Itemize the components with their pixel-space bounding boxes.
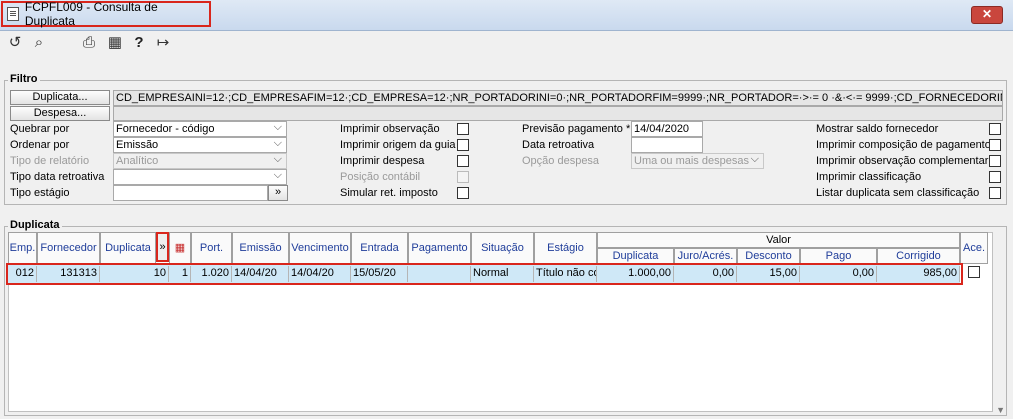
expand-column-button[interactable]: »: [156, 232, 169, 262]
col-pagamento[interactable]: Pagamento: [408, 232, 471, 264]
imprimir-observacao-checkbox[interactable]: [457, 123, 469, 135]
imprimir-origem-checkbox[interactable]: [457, 139, 469, 151]
tipo-relatorio-select: Analítico: [113, 152, 287, 169]
refresh-icon[interactable]: ↺: [6, 34, 24, 52]
ordenar-label: Ordenar por: [10, 139, 70, 151]
imprimir-classificacao-label: Imprimir classificação: [816, 171, 922, 183]
duplicata-filter-button[interactable]: Duplicata...: [10, 90, 110, 105]
col-situacao[interactable]: Situação: [471, 232, 534, 264]
previsao-label: Previsão pagamento *: [522, 123, 631, 135]
col-emissao[interactable]: Emissão: [232, 232, 289, 264]
posicao-contabil-label: Posição contábil: [340, 171, 421, 183]
quebrar-label: Quebrar por: [10, 123, 70, 135]
tipo-relatorio-label: Tipo de relatório: [10, 155, 90, 167]
imprimir-obs-comp-label: Imprimir observação complementar: [816, 155, 989, 167]
col-desconto[interactable]: Desconto: [737, 248, 800, 264]
mostrar-saldo-label: Mostrar saldo fornecedor: [816, 123, 939, 135]
col-entrada[interactable]: Entrada: [351, 232, 408, 264]
tipo-estagio-field[interactable]: [113, 185, 268, 201]
title-bar: FCPFL009 - Consulta de Duplicata ✕: [0, 0, 1013, 31]
imprimir-origem-label: Imprimir origem da guia: [340, 139, 456, 151]
listar-duplicata-checkbox[interactable]: [989, 187, 1001, 199]
mostrar-saldo-checkbox[interactable]: [989, 123, 1001, 135]
simular-ret-label: Simular ret. imposto: [340, 187, 438, 199]
tipo-data-label: Tipo data retroativa: [10, 171, 105, 183]
col-corrigido[interactable]: Corrigido: [877, 248, 960, 264]
row-highlight-box: [6, 263, 963, 285]
col-fornecedor[interactable]: Fornecedor: [37, 232, 100, 264]
col-pago[interactable]: Pago: [800, 248, 877, 264]
imprimir-despesa-checkbox[interactable]: [457, 155, 469, 167]
col-juro[interactable]: Juro/Acrés.: [674, 248, 737, 264]
scroll-down-icon[interactable]: ▼: [996, 405, 1005, 415]
data-retroativa-input[interactable]: [631, 137, 703, 153]
imprimir-obs-comp-checkbox[interactable]: [989, 155, 1001, 167]
exit-icon[interactable]: ↦: [154, 34, 172, 52]
opcao-despesa-label: Opção despesa: [522, 155, 600, 167]
imprimir-despesa-label: Imprimir despesa: [340, 155, 425, 167]
tipo-estagio-button[interactable]: »: [268, 185, 288, 201]
imprimir-observacao-label: Imprimir observação: [340, 123, 440, 135]
tipo-estagio-label: Tipo estágio: [10, 187, 70, 199]
window-title: FCPFL009 - Consulta de Duplicata: [24, 0, 158, 28]
col-emp[interactable]: Emp.: [8, 232, 37, 264]
listar-duplicata-label: Listar duplicata sem classificação: [816, 187, 980, 199]
col-ace[interactable]: Ace.: [960, 232, 988, 264]
ordenar-select[interactable]: Emissão: [113, 136, 287, 153]
duplicata-title: Duplicata: [8, 219, 62, 231]
imprimir-classificacao-checkbox[interactable]: [989, 171, 1001, 183]
posicao-contabil-checkbox: [457, 171, 469, 183]
print-icon[interactable]: ⎙: [80, 34, 98, 52]
ace-checkbox[interactable]: [968, 266, 980, 278]
imprimir-composicao-checkbox[interactable]: [989, 139, 1001, 151]
col-valor-duplicata[interactable]: Duplicata: [597, 248, 674, 264]
quebrar-select[interactable]: Fornecedor - código: [113, 120, 287, 137]
window-title-box: FCPFL009 - Consulta de Duplicata: [1, 0, 211, 28]
imprimir-composicao-label: Imprimir composição de pagamento: [816, 139, 991, 151]
data-retroativa-label: Data retroativa: [522, 139, 595, 151]
search-icon[interactable]: ⌕: [30, 34, 48, 52]
despesa-filter-value: [113, 106, 1003, 121]
filtro-title: Filtro: [8, 73, 40, 85]
previsao-input[interactable]: 14/04/2020: [631, 121, 703, 137]
col-duplicata[interactable]: Duplicata: [100, 232, 156, 264]
opcao-despesa-select: Uma ou mais despesas: [631, 152, 764, 169]
table-icon[interactable]: ▦: [169, 232, 191, 264]
col-group-valor: Valor: [597, 232, 960, 248]
tipo-data-select[interactable]: [113, 168, 287, 185]
despesa-filter-button[interactable]: Despesa...: [10, 106, 110, 121]
grid-icon[interactable]: ▦: [106, 34, 124, 52]
col-estagio[interactable]: Estágio: [534, 232, 597, 264]
simular-ret-checkbox[interactable]: [457, 187, 469, 199]
help-icon[interactable]: ?: [130, 34, 148, 52]
col-port[interactable]: Port.: [191, 232, 232, 264]
document-icon: [7, 7, 19, 21]
duplicata-filter-value: CD_EMPRESAINI=12·;CD_EMPRESAFIM=12·;CD_E…: [113, 90, 1003, 106]
close-button[interactable]: ✕: [971, 6, 1003, 24]
col-vencimento[interactable]: Vencimento: [289, 232, 351, 264]
